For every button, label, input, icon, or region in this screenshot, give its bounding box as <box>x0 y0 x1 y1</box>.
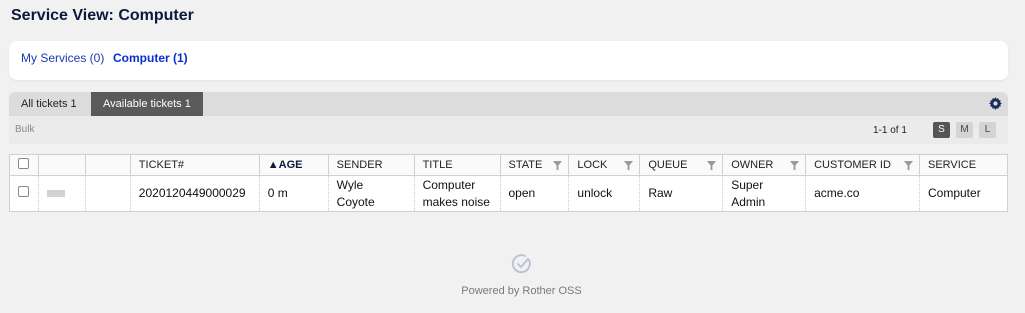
header-flag <box>84 154 131 176</box>
cell-age: 0 m <box>259 175 329 212</box>
row-select-cell <box>9 175 39 212</box>
select-all-cell <box>9 154 39 176</box>
filter-icon[interactable] <box>904 161 913 170</box>
tab-available-tickets[interactable]: Available tickets 1 <box>91 92 203 116</box>
service-link-computer[interactable]: Computer (1) <box>113 51 188 65</box>
sender-line: Wyle <box>336 177 364 192</box>
footer-powered-by[interactable]: Powered by Rother OSS <box>0 285 1025 297</box>
cell-state: open <box>500 175 570 212</box>
header-lock-label: LOCK <box>577 159 608 171</box>
header-ticket[interactable]: TICKET# <box>129 154 260 176</box>
services-box: My Services (0) Computer (1) <box>9 41 1008 80</box>
filter-icon[interactable] <box>790 161 800 170</box>
header-customer-id-label: CUSTOMER ID <box>814 159 891 171</box>
size-button-m[interactable]: M <box>956 122 973 138</box>
title-line: makes noise <box>422 194 490 209</box>
header-state-label: STATE <box>508 159 543 171</box>
row-checkbox[interactable] <box>18 186 29 197</box>
cell-service: Computer <box>919 175 1008 212</box>
page-title: Service View: Computer <box>11 7 194 24</box>
flag-cell <box>85 175 131 212</box>
sender-line: Coyote <box>336 194 375 209</box>
owner-line: Super <box>731 177 764 192</box>
priority-indicator <box>46 190 65 197</box>
owner-line: Admin <box>731 194 766 209</box>
filter-icon[interactable] <box>553 161 563 170</box>
size-button-s[interactable]: S <box>933 122 950 138</box>
check-logo-icon <box>511 254 531 274</box>
header-service[interactable]: SERVICE <box>919 154 1008 176</box>
table-row[interactable]: 2020120449000029 0 m Wyle Coyote Computer… <box>9 175 1008 212</box>
header-priority <box>37 154 86 176</box>
select-all-checkbox[interactable] <box>18 158 29 169</box>
header-queue-label: QUEUE <box>648 159 688 171</box>
header-title[interactable]: TITLE <box>413 154 501 176</box>
cell-customer-id: acme.co <box>805 175 920 212</box>
cell-ticket[interactable]: 2020120449000029 <box>130 175 260 212</box>
service-link-my-services[interactable]: My Services (0) <box>21 51 104 65</box>
bulk-action[interactable]: Bulk <box>15 124 34 135</box>
filter-icon[interactable] <box>624 161 634 170</box>
tabs-bar: All tickets 1 Available tickets 1 <box>9 92 1008 116</box>
header-queue[interactable]: QUEUE <box>639 154 724 176</box>
cell-queue: Raw <box>639 175 724 212</box>
cell-title[interactable]: Computer makes noise <box>414 175 501 212</box>
filter-icon[interactable] <box>707 161 717 170</box>
header-lock[interactable]: LOCK <box>568 154 641 176</box>
toolbar: Bulk 1-1 of 1 S M L <box>9 116 1008 144</box>
title-line: Computer <box>422 177 476 192</box>
gear-icon[interactable] <box>989 97 1002 110</box>
header-owner[interactable]: OWNER <box>722 154 807 176</box>
table-header-row: TICKET# ▲AGE SENDER TITLE STATE LOCK QUE… <box>9 154 1008 176</box>
header-owner-label: OWNER <box>731 159 774 171</box>
cell-lock: unlock <box>568 175 641 212</box>
cell-owner: Super Admin <box>722 175 807 212</box>
priority-cell <box>38 175 86 212</box>
ticket-table: TICKET# ▲AGE SENDER TITLE STATE LOCK QUE… <box>9 154 1008 212</box>
header-age[interactable]: ▲AGE <box>258 154 329 176</box>
cell-sender: Wyle Coyote <box>328 175 415 212</box>
pagination-info: 1-1 of 1 <box>873 125 907 136</box>
header-sender[interactable]: SENDER <box>327 154 415 176</box>
header-customer-id[interactable]: CUSTOMER ID <box>805 154 920 176</box>
size-button-l[interactable]: L <box>979 122 996 138</box>
header-state[interactable]: STATE <box>499 154 570 176</box>
tab-all-tickets[interactable]: All tickets 1 <box>9 92 89 116</box>
